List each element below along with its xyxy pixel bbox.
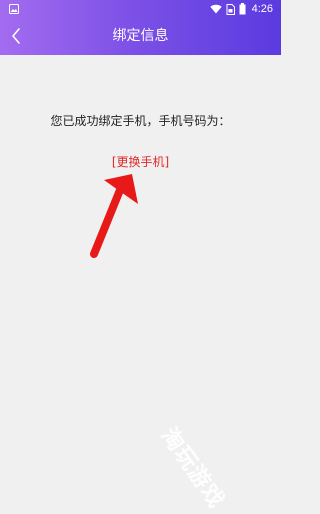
wifi-icon [209,4,222,14]
status-icons: 4:26 [209,2,273,16]
battery-icon [239,3,246,15]
status-bar: 4:26 [0,0,281,18]
page-title: 绑定信息 [112,28,169,44]
status-time: 4:26 [251,3,273,15]
app-header: 4:26 绑定信息 [0,0,281,55]
sim-icon [226,3,235,15]
arrow-shaft [90,186,124,258]
image-icon [9,4,19,14]
title-bar: 绑定信息 [0,18,281,55]
arrow-head [104,174,138,204]
red-arrow-annotation [90,174,138,258]
bind-success-message: 您已成功绑定手机，手机号码为： [50,114,231,128]
watermark: 淘玩游戏 [156,382,281,513]
